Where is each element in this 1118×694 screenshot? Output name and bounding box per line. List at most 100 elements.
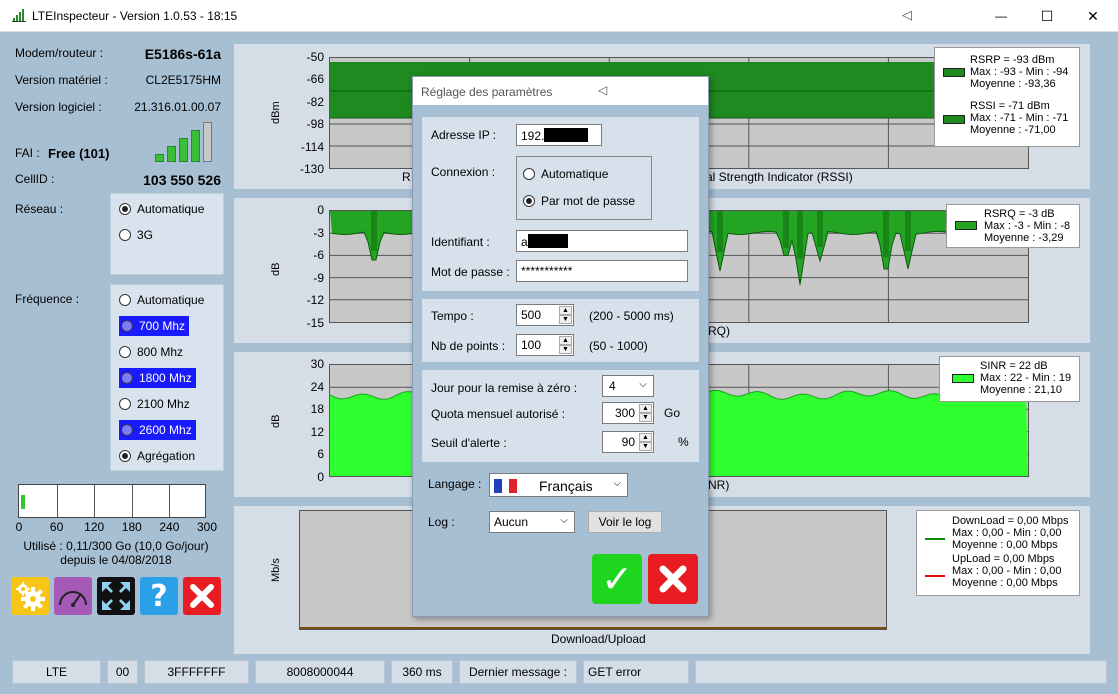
- radio-option[interactable]: 700 Mhz: [119, 316, 190, 336]
- radio-option-label: 2100 Mhz: [137, 397, 190, 411]
- hardware-value: CL2E5175HM: [145, 73, 221, 87]
- chevron-down-icon: ⌵: [639, 379, 647, 390]
- rsrq-x-axis-label: RQ): [708, 324, 730, 338]
- close-window-icon: ✕: [1087, 7, 1099, 24]
- signal-bar: [203, 122, 212, 162]
- connection-password-radio[interactable]: Par mot de passe: [523, 191, 635, 211]
- confirm-button[interactable]: ✓: [592, 554, 642, 604]
- network-label: Réseau :: [15, 202, 64, 216]
- spin-up-icon[interactable]: ▲: [639, 433, 652, 442]
- radio-dot: [119, 203, 131, 215]
- spin-down-icon[interactable]: ▼: [559, 315, 572, 324]
- identifier-input[interactable]: a: [516, 230, 688, 252]
- y-tick-label: -6: [313, 248, 324, 263]
- radio-option[interactable]: 1800 Mhz: [119, 368, 196, 388]
- radio-option[interactable]: Agrégation: [119, 446, 195, 466]
- y-tick-label: -82: [306, 94, 324, 109]
- title-bar: LTEInspecteur - Version 1.0.53 - 18:15 ◁…: [0, 0, 1118, 32]
- sinr-x-axis-label: NR): [708, 478, 730, 492]
- password-label: Mot de passe :: [431, 265, 510, 279]
- cellid-label: CellID :: [15, 172, 55, 186]
- log-select[interactable]: Aucun ⌵: [489, 511, 575, 533]
- isp-label: FAI :: [15, 146, 40, 160]
- spin-down-icon[interactable]: ▼: [639, 442, 652, 451]
- close-window-button[interactable]: ✕: [1070, 0, 1116, 32]
- y-tick-label: 0: [317, 203, 324, 217]
- rsrq-spike: [371, 211, 377, 251]
- radio-option-label: 700 Mhz: [139, 319, 186, 333]
- y-tick-label: 30: [310, 357, 324, 371]
- frequency-label: Fréquence :: [15, 292, 80, 306]
- spin-up-icon[interactable]: ▲: [559, 336, 572, 345]
- spin-down-icon[interactable]: ▼: [639, 413, 652, 422]
- log-label: Log :: [428, 515, 455, 529]
- upload-legend-average: Moyenne : 0,00 Mbps: [952, 577, 1058, 589]
- settings-button[interactable]: [11, 577, 49, 615]
- radio-option-label: 3G: [137, 228, 154, 242]
- spin-up-icon[interactable]: ▲: [559, 306, 572, 315]
- y-tick-label: 12: [310, 424, 324, 439]
- dialog-collapse-icon[interactable]: ◁: [598, 83, 607, 97]
- y-tick-label: -9: [313, 270, 324, 285]
- usage-gridline: [94, 485, 96, 517]
- password-input-value: ***********: [521, 264, 573, 278]
- spin-down-icon[interactable]: ▼: [559, 345, 572, 354]
- download-legend-minmax: Max : 0,00 - Min : 0,00: [952, 527, 1062, 539]
- fullscreen-button[interactable]: [97, 577, 135, 615]
- rssi-legend-swatch: [943, 115, 965, 124]
- radio-option[interactable]: Automatique: [119, 290, 204, 310]
- download-legend-average: Moyenne : 0,00 Mbps: [952, 539, 1058, 551]
- redacted-block: [544, 128, 589, 142]
- usage-since-text: depuis le 04/08/2018: [60, 553, 172, 567]
- y-tick-label: -50: [306, 50, 324, 64]
- radio-option[interactable]: 800 Mhz: [119, 342, 183, 362]
- quit-button[interactable]: [183, 577, 221, 615]
- points-spinner[interactable]: 100 ▲ ▼: [516, 334, 574, 356]
- minimize-button[interactable]: —: [978, 0, 1024, 32]
- tempo-spinner[interactable]: 500 ▲ ▼: [516, 304, 574, 326]
- radio-option[interactable]: 2100 Mhz: [119, 394, 190, 414]
- radio-dot: [119, 450, 131, 462]
- spin-up-icon[interactable]: ▲: [639, 404, 652, 413]
- radio-option[interactable]: 2600 Mhz: [119, 420, 196, 440]
- radio-option[interactable]: Automatique: [119, 199, 204, 219]
- radio-dot: [523, 168, 535, 180]
- quota-label: Quota mensuel autorisé :: [431, 407, 566, 421]
- view-log-button[interactable]: Voir le log: [588, 511, 662, 533]
- connection-auto-radio[interactable]: Automatique: [523, 164, 608, 184]
- y-tick-label: -98: [306, 117, 324, 132]
- rsrp-legend-minmax: Max : -93 - Min : -94: [970, 66, 1069, 78]
- password-input[interactable]: ***********: [516, 260, 688, 282]
- sinr-legend-swatch: [952, 374, 974, 383]
- signal-bar: [155, 154, 164, 162]
- software-label: Version logiciel :: [15, 100, 102, 114]
- cancel-button[interactable]: [648, 554, 698, 604]
- y-tick-label: 18: [310, 402, 324, 417]
- y-tick-label: 6: [317, 447, 324, 462]
- close-icon: [659, 565, 687, 593]
- collapse-triangle-icon[interactable]: ◁: [902, 7, 912, 23]
- radio-option-label: 800 Mhz: [137, 345, 184, 359]
- speedtest-button[interactable]: [54, 577, 92, 615]
- maximize-button[interactable]: ☐: [1024, 0, 1070, 32]
- quota-unit: Go: [664, 406, 681, 420]
- signal-bar: [191, 130, 200, 162]
- radio-dot: [119, 346, 131, 358]
- language-select[interactable]: Français ⌵: [489, 473, 628, 497]
- model-value: E5186s-61a: [144, 46, 221, 62]
- signal-strength-icon: [155, 122, 217, 162]
- radio-option[interactable]: 3G: [119, 225, 153, 245]
- rsrq-spike: [797, 211, 803, 259]
- alert-spinner[interactable]: 90 ▲ ▼: [602, 431, 654, 453]
- status-latency: 360 ms: [391, 660, 453, 684]
- ip-input[interactable]: 192.: [516, 124, 602, 146]
- sinr-legend: SINR = 22 dB Max : 22 - Min : 19 Moyenne…: [939, 356, 1080, 402]
- close-icon: [190, 584, 214, 608]
- quota-spinner[interactable]: 300 ▲ ▼: [602, 402, 654, 424]
- upload-legend-line: [925, 575, 945, 577]
- frequency-radio-group: Automatique 700 Mhz 800 Mhz 1800 Mhz 2100 Mh…: [110, 284, 224, 471]
- reset-day-select[interactable]: 4 ⌵: [602, 375, 654, 397]
- help-button[interactable]: ?: [140, 577, 178, 615]
- rssi-legend: RSRP = -93 dBm Max : -93 - Min : -94 Moy…: [934, 47, 1080, 147]
- rsrq-spike: [905, 211, 911, 251]
